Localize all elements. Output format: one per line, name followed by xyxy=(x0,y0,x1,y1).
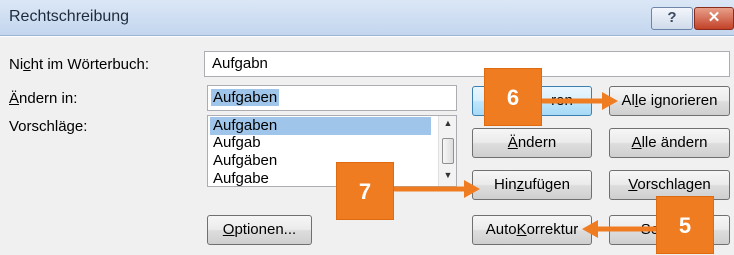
help-button[interactable]: ? xyxy=(651,7,693,30)
change-to-value: Aufgaben xyxy=(211,89,280,106)
suggestion-item[interactable]: Aufgäben xyxy=(210,152,280,170)
suggestions-list[interactable]: Aufgaben Aufgab Aufgäben Aufgabe ▲ ▼ xyxy=(207,115,457,187)
spelling-dialog: Nicht im Wörterbuch: Ändern in: Vorschlä… xyxy=(0,37,734,255)
ignore-all-button[interactable]: Alle ignorieren xyxy=(609,86,730,116)
options-button[interactable]: Optionen... xyxy=(207,215,312,245)
change-to-label: Ändern in: xyxy=(9,90,78,107)
suggestions-label: Vorschläge: xyxy=(9,118,88,135)
scroll-thumb[interactable] xyxy=(442,138,454,164)
suggestion-item[interactable]: Aufgaben xyxy=(210,117,431,135)
change-button[interactable]: Ändern xyxy=(472,128,592,158)
window-title: Rechtschreibung xyxy=(9,8,130,25)
suggestion-item[interactable]: Aufgab xyxy=(210,134,264,152)
suggestions-scrollbar[interactable]: ▲ ▼ xyxy=(438,116,456,186)
change-all-button[interactable]: Alle ändern xyxy=(609,128,730,158)
not-in-dictionary-field[interactable]: Aufgabn xyxy=(204,51,730,77)
callout-badge: 5 xyxy=(656,196,714,254)
scroll-down-arrow-icon[interactable]: ▼ xyxy=(439,170,456,184)
title-bar: Rechtschreibung ? ✕ xyxy=(0,0,734,36)
not-in-dictionary-label: Nicht im Wörterbuch: xyxy=(9,56,150,73)
scroll-up-arrow-icon[interactable]: ▲ xyxy=(439,118,456,132)
callout-badge: 7 xyxy=(336,162,394,220)
change-to-input[interactable]: Aufgaben xyxy=(207,85,457,111)
autocorrect-button[interactable]: AutoKorrektur xyxy=(472,215,592,245)
add-to-dictionary-button[interactable]: Hinzufügen xyxy=(472,170,592,200)
suggestion-item[interactable]: Aufgabe xyxy=(210,170,272,186)
callout-badge: 6 xyxy=(484,68,542,126)
close-window-button[interactable]: ✕ xyxy=(694,7,734,30)
